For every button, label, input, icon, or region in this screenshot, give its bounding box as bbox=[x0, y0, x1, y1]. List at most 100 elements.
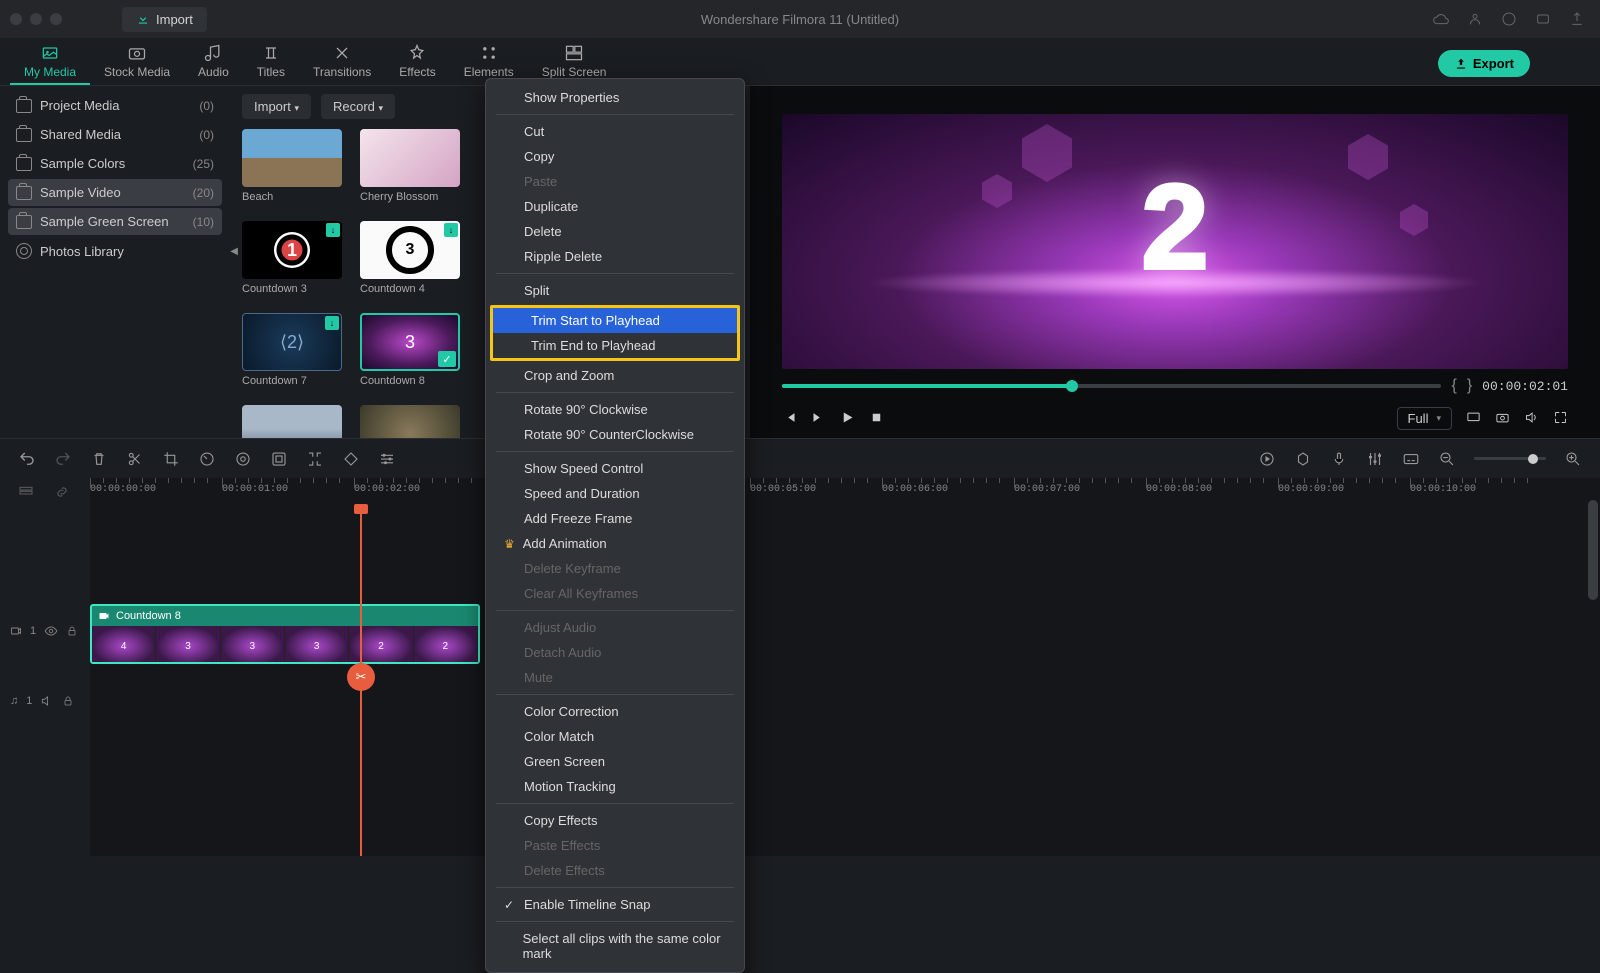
ctx-motion-tracking[interactable]: Motion Tracking bbox=[486, 774, 744, 799]
speed-button[interactable] bbox=[198, 450, 216, 468]
undo-button[interactable] bbox=[18, 450, 36, 468]
split-button[interactable] bbox=[126, 450, 144, 468]
media-item-countdown-4[interactable]: ↓Countdown 4 bbox=[360, 221, 460, 295]
snapshot-button[interactable] bbox=[1495, 410, 1510, 428]
tab-effects[interactable]: Effects bbox=[385, 39, 449, 85]
tab-stock-media[interactable]: Stock Media bbox=[90, 39, 184, 85]
ctx-copy[interactable]: Copy bbox=[486, 144, 744, 169]
display-icon[interactable] bbox=[1466, 410, 1481, 428]
mute-icon[interactable] bbox=[40, 694, 54, 708]
vertical-scrollbar[interactable] bbox=[1588, 500, 1598, 600]
media-item-countdown-7[interactable]: ⟨2⟩↓Countdown 7 bbox=[242, 313, 342, 387]
media-item-partial[interactable] bbox=[242, 405, 342, 438]
sidebar-item-sample-video[interactable]: Sample Video(20) bbox=[8, 179, 222, 206]
video-track-header[interactable]: 1 bbox=[0, 596, 90, 666]
message-icon[interactable] bbox=[1535, 11, 1551, 27]
close-window-button[interactable] bbox=[10, 13, 22, 25]
sidebar-item-shared-media[interactable]: Shared Media(0) bbox=[8, 121, 222, 148]
fullscreen-button[interactable] bbox=[1553, 410, 1568, 428]
minimize-window-button[interactable] bbox=[30, 13, 42, 25]
ctx-select-all-clips-with-the-same-color-mark[interactable]: Select all clips with the same color mar… bbox=[486, 926, 744, 966]
ctx-color-match[interactable]: Color Match bbox=[486, 724, 744, 749]
subtitle-button[interactable] bbox=[1402, 450, 1420, 468]
zoom-in-button[interactable] bbox=[1564, 450, 1582, 468]
ctx-ripple-delete[interactable]: Ripple Delete bbox=[486, 244, 744, 269]
sidebar-item-sample-colors[interactable]: Sample Colors(25) bbox=[8, 150, 222, 177]
preview-progress-bar[interactable] bbox=[782, 384, 1441, 388]
voiceover-button[interactable] bbox=[1330, 450, 1348, 468]
play-button[interactable] bbox=[840, 410, 855, 428]
tab-transitions[interactable]: Transitions bbox=[299, 39, 385, 85]
lock-icon[interactable] bbox=[62, 695, 74, 707]
tab-my-media[interactable]: My Media bbox=[10, 39, 90, 85]
motion-tracking-button[interactable] bbox=[306, 450, 324, 468]
ctx-trim-start-to-playhead[interactable]: Trim Start to Playhead bbox=[493, 308, 737, 333]
ctx-duplicate[interactable]: Duplicate bbox=[486, 194, 744, 219]
display-mode-dropdown[interactable]: Full ▾ bbox=[1397, 407, 1452, 430]
redo-button[interactable] bbox=[54, 450, 72, 468]
ctx-enable-timeline-snap[interactable]: ✓Enable Timeline Snap bbox=[486, 892, 744, 917]
marker-button[interactable] bbox=[1294, 450, 1312, 468]
import-button[interactable]: Import bbox=[122, 7, 207, 32]
crop-button[interactable] bbox=[162, 450, 180, 468]
prev-frame-button[interactable] bbox=[782, 410, 797, 428]
record-dropdown[interactable]: Record ▾ bbox=[321, 94, 395, 119]
upload-icon[interactable] bbox=[1569, 11, 1585, 27]
ctx-color-correction[interactable]: Color Correction bbox=[486, 699, 744, 724]
ctx-copy-effects[interactable]: Copy Effects bbox=[486, 808, 744, 833]
maximize-window-button[interactable] bbox=[50, 13, 62, 25]
timeline-tracks[interactable]: 00:00:00:0000:00:01:0000:00:02:0000:00:0… bbox=[90, 506, 1600, 856]
adjust-button[interactable] bbox=[378, 450, 396, 468]
color-button[interactable] bbox=[234, 450, 252, 468]
ctx-crop-and-zoom[interactable]: Crop and Zoom bbox=[486, 363, 744, 388]
sidebar-item-project-media[interactable]: Project Media(0) bbox=[8, 92, 222, 119]
ctx-delete[interactable]: Delete bbox=[486, 219, 744, 244]
track-manager-icon[interactable] bbox=[18, 484, 34, 500]
tab-audio[interactable]: Audio bbox=[184, 39, 243, 85]
visibility-icon[interactable] bbox=[44, 624, 58, 638]
collapse-sidebar-icon[interactable]: ◀ bbox=[230, 246, 238, 257]
timeline-clip[interactable]: Countdown 8 433322 bbox=[90, 604, 480, 664]
delete-button[interactable] bbox=[90, 450, 108, 468]
ctx-green-screen[interactable]: Green Screen bbox=[486, 749, 744, 774]
ctx-rotate-90--clockwise[interactable]: Rotate 90° Clockwise bbox=[486, 397, 744, 422]
media-item-countdown-8[interactable]: 3✓Countdown 8 bbox=[360, 313, 460, 387]
media-item-cherry-blossom[interactable]: Cherry Blossom bbox=[360, 129, 460, 203]
ctx-split[interactable]: Split bbox=[486, 278, 744, 303]
zoom-out-button[interactable] bbox=[1438, 450, 1456, 468]
ctx-show-properties[interactable]: Show Properties bbox=[486, 85, 744, 110]
export-button[interactable]: Export bbox=[1438, 50, 1530, 77]
ctx-add-freeze-frame[interactable]: Add Freeze Frame bbox=[486, 506, 744, 531]
media-item-countdown-3[interactable]: ↓Countdown 3 bbox=[242, 221, 342, 295]
render-button[interactable] bbox=[1258, 450, 1276, 468]
ctx-add-animation[interactable]: ♛Add Animation bbox=[486, 531, 744, 556]
help-icon[interactable] bbox=[1501, 11, 1517, 27]
preview-video[interactable]: 2 bbox=[782, 114, 1568, 369]
import-dropdown[interactable]: Import ▾ bbox=[242, 94, 311, 119]
stop-button[interactable] bbox=[869, 410, 884, 428]
link-icon[interactable] bbox=[54, 484, 70, 500]
ctx-rotate-90--counterclockwise[interactable]: Rotate 90° CounterClockwise bbox=[486, 422, 744, 447]
timeline-ruler[interactable]: 00:00:00:0000:00:01:0000:00:02:0000:00:0… bbox=[90, 478, 1600, 508]
mark-in-icon[interactable]: { bbox=[1451, 377, 1456, 395]
media-item-beach[interactable]: Beach bbox=[242, 129, 342, 203]
next-frame-button[interactable] bbox=[811, 410, 826, 428]
volume-button[interactable] bbox=[1524, 410, 1539, 428]
sidebar-item-photos-library[interactable]: Photos Library bbox=[8, 237, 222, 265]
ctx-speed-and-duration[interactable]: Speed and Duration bbox=[486, 481, 744, 506]
tab-titles[interactable]: Titles bbox=[243, 39, 299, 85]
ctx-trim-end-to-playhead[interactable]: Trim End to Playhead bbox=[493, 333, 737, 358]
ctx-show-speed-control[interactable]: Show Speed Control bbox=[486, 456, 744, 481]
audio-track-header[interactable]: ♫ 1 bbox=[0, 666, 90, 736]
mixer-button[interactable] bbox=[1366, 450, 1384, 468]
ctx-cut[interactable]: Cut bbox=[486, 119, 744, 144]
green-screen-button[interactable] bbox=[270, 450, 288, 468]
playhead[interactable]: ✂ bbox=[360, 506, 362, 856]
keyframe-button[interactable] bbox=[342, 450, 360, 468]
zoom-slider[interactable] bbox=[1474, 457, 1546, 460]
sidebar-item-sample-green-screen[interactable]: Sample Green Screen(10) bbox=[8, 208, 222, 235]
media-item-partial[interactable] bbox=[360, 405, 460, 438]
mark-out-icon[interactable]: } bbox=[1467, 377, 1472, 395]
cloud-icon[interactable] bbox=[1433, 11, 1449, 27]
account-icon[interactable] bbox=[1467, 11, 1483, 27]
